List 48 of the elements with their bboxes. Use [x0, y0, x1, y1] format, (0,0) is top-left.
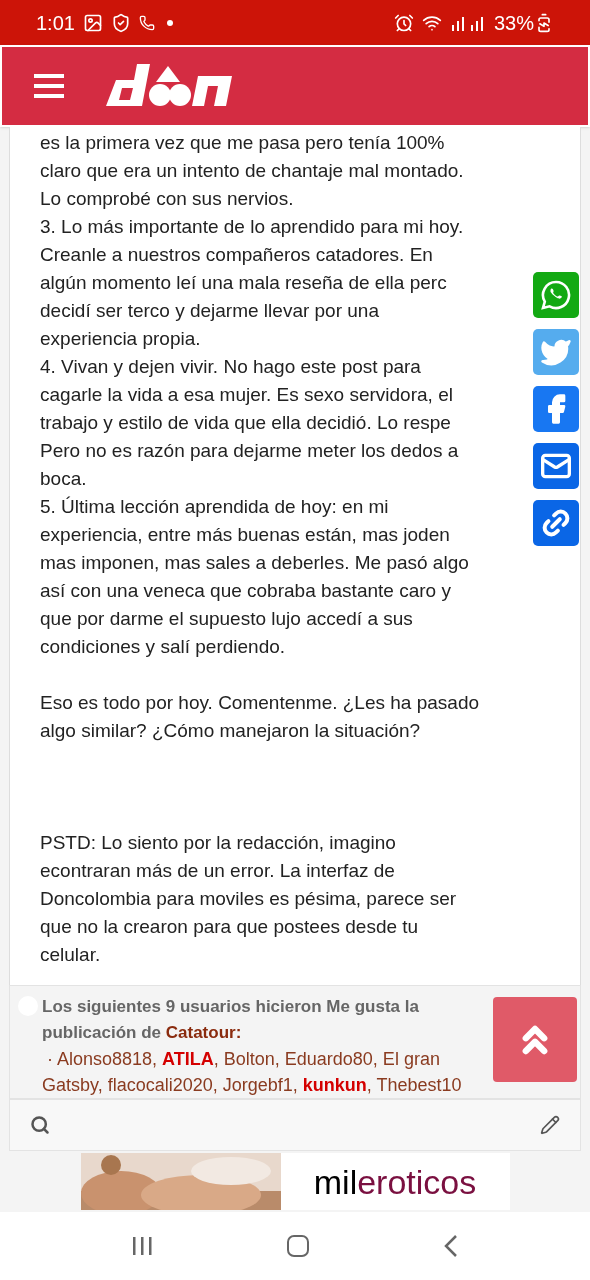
clock: 1:01 — [36, 10, 75, 36]
facebook-button[interactable] — [533, 386, 579, 432]
post-text-line: es la primera vez que me pasa pero tenía 100% — [40, 131, 445, 155]
post-text-line: Doncolombia para moviles es pésima, parece ser — [40, 887, 457, 911]
post-text-line: condiciones y salí perdiendo. — [40, 635, 286, 659]
post-text-line: Lo comprobé con sus nervios. — [40, 187, 294, 211]
post-text-line: experiencia, entre más buenas están, mas joden — [40, 523, 450, 547]
whatsapp-button[interactable] — [533, 272, 579, 318]
post-text-line: Pero no es razón para dejarme meter los dedos a — [40, 439, 459, 463]
post-text-line: algo similar? ¿Cómo manejaron la situación? — [40, 719, 421, 743]
ad-banner[interactable]: mileroticos — [80, 1153, 510, 1210]
post-text-line: 5. Última lección aprendida de hoy: en mi — [40, 495, 389, 519]
email-button[interactable] — [533, 443, 579, 489]
post-text-line: así con una veneca que cobraba bastante caro y — [40, 579, 451, 603]
recent-apps-icon[interactable] — [131, 1235, 153, 1257]
alarm-icon — [393, 12, 414, 33]
post-text-line: PSTD: Lo siento por la redacción, imagino — [40, 831, 396, 855]
menu-button[interactable] — [34, 74, 64, 98]
battery-level: 33% — [493, 10, 534, 36]
search-icon[interactable] — [30, 1115, 50, 1135]
post-text-line: econtraran más de un error. La interfaz de — [40, 859, 395, 883]
post-text-line: 3. Lo más importante de lo aprendido para mi hoy. — [40, 215, 464, 239]
post-text-line: Creanle a nuestros compañeros catadores. En — [40, 243, 433, 267]
whatsapp-icon — [540, 279, 572, 311]
post-text-line: mas imponen, mas sales a deberles. Me pasó algo — [40, 551, 469, 575]
post-text-line: claro que era un intento de chantaje mal montado. — [40, 159, 464, 183]
post-text-line: 4. Vivan y dejen vivir. No hago este post para — [40, 355, 421, 379]
post-text-line: boca. — [40, 467, 87, 491]
post-text-line: algún momento leí una mala reseña de ella perc — [40, 271, 447, 295]
post-text-line: trabajo y estilo de vida que ella decidió. Lo respe — [40, 411, 451, 435]
post-text-line: que por darme el supuesto lujo accedí a sus — [40, 607, 413, 631]
post-text-line: cagarle la vida a esa mujer. Es sexo servidora, el — [40, 383, 453, 407]
image-icon — [82, 12, 103, 33]
signal-icon — [449, 14, 486, 31]
copy-link-button[interactable] — [533, 500, 579, 546]
liked-users: · Alonso8818, ATILA, Bolton, Eduardo80, El gran Gatsby, flacocali2020, Jorgebf1, kunkun, Thebest10 — [42, 1048, 463, 1097]
back-icon[interactable] — [443, 1234, 459, 1258]
ad-brand: mileroticos — [313, 1161, 477, 1202]
phone-icon — [138, 14, 155, 31]
post-text-line: decidí ser terco y dejarme llevar por una — [40, 299, 379, 323]
post-text-line: experiencia propia. — [40, 327, 201, 351]
home-icon[interactable] — [287, 1235, 309, 1257]
scroll-to-top-button[interactable] — [493, 997, 577, 1082]
post-text-line: que no la crearon para que postees desde tu — [40, 915, 419, 939]
post-text-line: Eso es todo por hoy. Comentenme. ¿Les ha pasado — [40, 691, 480, 715]
post-text-line: celular. — [40, 943, 101, 967]
likes-summary: Los siguientes 9 usuarios hicieron Me gusta la publicación de Catatour: — [42, 996, 420, 1044]
edit-icon[interactable] — [540, 1115, 560, 1135]
